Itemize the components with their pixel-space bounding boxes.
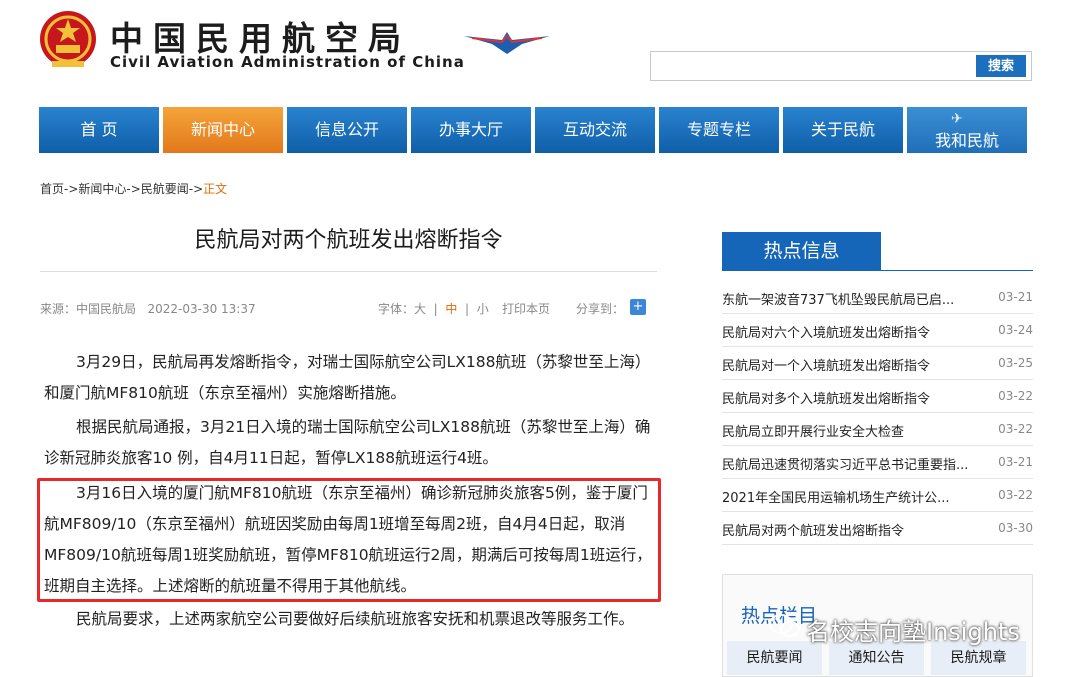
nav-home[interactable]: 首 页 <box>39 107 159 153</box>
share-label: 分享到： <box>576 302 625 316</box>
list-item[interactable]: 民航局对一个入境航班发出熔断指令 03-25 <box>722 347 1033 380</box>
font-large-button[interactable]: 大 <box>414 302 426 316</box>
print-button[interactable]: 打印本页 <box>502 300 550 317</box>
hot-item-title[interactable]: 民航局对多个入境航班发出熔断指令 <box>722 388 972 407</box>
hot-item-title[interactable]: 民航局对一个入境航班发出熔断指令 <box>722 355 972 374</box>
nav-service-hall[interactable]: 办事大厅 <box>411 107 531 153</box>
article-paragraph: 民航局要求，上述两家航空公司要做好后续航班旅客安抚和机票退改等服务工作。 <box>76 610 635 628</box>
highlight-box <box>37 478 661 602</box>
sep: | <box>465 302 470 316</box>
hot-item-date: 03-22 <box>998 488 1033 502</box>
breadcrumb-current: 正文 <box>203 182 228 196</box>
list-item[interactable]: 2021年全国民用运输机场生产统计公... 03-22 <box>722 479 1033 512</box>
hot-info-underline <box>722 270 1033 271</box>
nav-about[interactable]: 关于民航 <box>783 107 903 153</box>
nav-special-topics[interactable]: 专题专栏 <box>659 107 779 153</box>
hot-info-list: 东航一架波音737飞机坠毁民航局已启... 03-21 民航局对六个入境航班发出熔… <box>722 281 1033 545</box>
caac-wings-logo-icon <box>464 32 550 54</box>
hot-item-date: 03-21 <box>998 455 1033 469</box>
nav-news-center[interactable]: 新闻中心 <box>163 107 283 153</box>
hot-item-date: 03-22 <box>998 389 1033 403</box>
nav-me-and-caac-label: 我和民航 <box>934 131 999 150</box>
list-item[interactable]: 民航局对六个入境航班发出熔断指令 03-24 <box>722 314 1033 347</box>
hot-item-title[interactable]: 东航一架波音737飞机坠毁民航局已启... <box>722 289 972 308</box>
search-input[interactable] <box>650 51 1032 81</box>
article-source: 来源：中国民航局 <box>40 302 137 316</box>
title-divider <box>40 271 657 272</box>
share-plus-icon[interactable]: + <box>630 299 646 315</box>
hot-item-title[interactable]: 2021年全国民用运输机场生产统计公... <box>722 487 972 506</box>
wings-icon: ✈ <box>951 111 963 127</box>
font-size-controls: 字体：大 | 中 | 小 <box>378 300 489 317</box>
list-item[interactable]: 民航局对多个入境航班发出熔断指令 03-22 <box>722 380 1033 413</box>
breadcrumb-path[interactable]: 首页->新闻中心->民航要闻-> <box>40 182 203 196</box>
font-medium-button[interactable]: 中 <box>445 302 457 316</box>
article-datetime: 2022-03-30 13:37 <box>147 302 256 316</box>
article-paragraph: 3月29日，民航局再发熔断指令，对瑞士国际航空公司LX188航班（苏黎世至上海）… <box>44 353 651 402</box>
site-header: 中国民用航空局 Civil Aviation Administration of… <box>0 0 1080 106</box>
national-emblem-icon <box>40 11 96 67</box>
font-label: 字体： <box>378 302 415 316</box>
list-item[interactable]: 东航一架波音737飞机坠毁民航局已启... 03-21 <box>722 281 1033 314</box>
watermark-text: 名校志向塾Insights <box>806 618 1020 646</box>
hot-item-date: 03-24 <box>998 323 1033 337</box>
hot-item-date: 03-25 <box>998 356 1033 370</box>
nav-interaction[interactable]: 互动交流 <box>535 107 655 153</box>
hot-info-header: 热点信息 <box>722 232 881 270</box>
list-item[interactable]: 民航局迅速贯彻落实习近平总书记重要指... 03-21 <box>722 446 1033 479</box>
nav-me-and-caac[interactable]: ✈ 我和民航 <box>907 107 1027 153</box>
sep: | <box>433 302 438 316</box>
nav-info-disclosure[interactable]: 信息公开 <box>287 107 407 153</box>
font-small-button[interactable]: 小 <box>477 302 489 316</box>
article-title: 民航局对两个航班发出熔断指令 <box>194 228 503 253</box>
search-button[interactable]: 搜索 <box>976 55 1026 77</box>
article-paragraph: 根据民航局通报，3月21日入境的瑞士国际航空公司LX188航班（苏黎世至上海）确… <box>44 418 651 467</box>
main-nav: 首 页 新闻中心 信息公开 办事大厅 互动交流 专题专栏 关于民航 ✈ 我和民航 <box>39 107 1027 153</box>
hot-item-date: 03-30 <box>998 521 1033 535</box>
breadcrumb: 首页->新闻中心->民航要闻->正文 <box>40 180 227 197</box>
hot-item-title[interactable]: 民航局对两个航班发出熔断指令 <box>722 520 972 539</box>
hot-item-title[interactable]: 民航局对六个入境航班发出熔断指令 <box>722 322 972 341</box>
wechat-icon <box>769 614 800 637</box>
hot-item-date: 03-22 <box>998 422 1033 436</box>
hot-item-title[interactable]: 民航局迅速贯彻落实习近平总书记重要指... <box>722 454 972 473</box>
hot-item-date: 03-21 <box>998 290 1033 304</box>
list-item[interactable]: 民航局对两个航班发出熔断指令 03-30 <box>722 512 1033 545</box>
list-item[interactable]: 民航局立即开展行业安全大检查 03-22 <box>722 413 1033 446</box>
site-title-en: Civil Aviation Administration of China <box>110 53 465 71</box>
article-source-date: 来源：中国民航局 2022-03-30 13:37 <box>40 300 256 317</box>
hot-item-title[interactable]: 民航局立即开展行业安全大检查 <box>722 421 972 440</box>
